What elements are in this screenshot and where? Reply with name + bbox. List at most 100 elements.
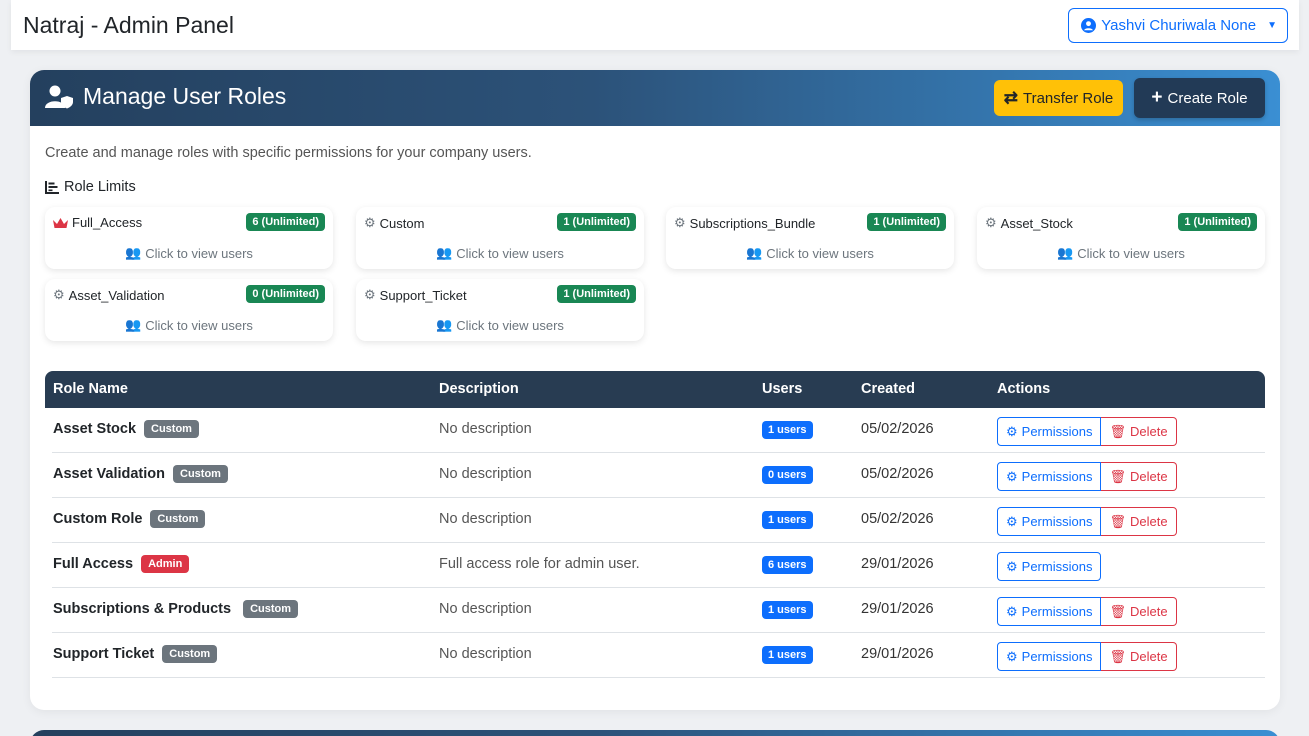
role-limit-badge: 0 (Unlimited)	[246, 285, 325, 303]
users-count-badge[interactable]: 0 users	[762, 466, 813, 484]
permissions-button[interactable]: ⚙ Permissions	[997, 417, 1102, 446]
page-title: Manage User Roles	[45, 83, 286, 110]
role-limit-label: Asset_Validation	[68, 287, 165, 303]
users-icon: 👥	[436, 317, 453, 332]
page-subtitle: Create and manage roles with specific pe…	[45, 145, 532, 161]
caret-down-icon: ▼	[1267, 20, 1277, 31]
create-role-button[interactable]: + Create Role	[1134, 78, 1265, 118]
role-limit-badge: 1 (Unlimited)	[557, 285, 636, 303]
role-limit-label: Custom	[379, 215, 425, 231]
users-count-badge[interactable]: 1 users	[762, 421, 813, 439]
role-description: Full access role for admin user.	[439, 556, 640, 572]
role-description: No description	[439, 466, 532, 482]
role-limit-label: Asset_Stock	[1000, 215, 1073, 231]
role-limit-card-support-ticket[interactable]: ⚙ Support_Ticket 1 (Unlimited) 👥 Click to …	[356, 279, 644, 341]
transfer-role-button[interactable]: ⇄ Transfer Role	[994, 80, 1123, 116]
gears-icon: ⚙	[53, 287, 65, 302]
view-users-link[interactable]: 👥 Click to view users	[356, 317, 644, 333]
permissions-button[interactable]: ⚙ Permissions	[997, 462, 1102, 491]
view-users-link[interactable]: 👥 Click to view users	[45, 245, 333, 261]
crown-icon	[53, 217, 68, 228]
role-limit-name: Full_Access	[53, 215, 142, 230]
role-limit-card-full-access[interactable]: Full_Access 6 (Unlimited) 👥 Click to view…	[45, 207, 333, 269]
view-users-link[interactable]: 👥 Click to view users	[356, 245, 644, 261]
role-name-cell: Support Ticket Custom	[53, 645, 218, 663]
gears-icon: ⚙	[985, 215, 997, 230]
view-users-link[interactable]: 👥 Click to view users	[666, 245, 954, 261]
gears-icon: ⚙	[674, 215, 686, 230]
role-limit-card-asset-stock[interactable]: ⚙ Asset_Stock 1 (Unlimited) 👥 Click to vie…	[977, 207, 1265, 269]
trash-icon: 🗑	[1109, 423, 1126, 439]
view-users-label: Click to view users	[145, 317, 253, 333]
role-limit-badge: 1 (Unlimited)	[557, 213, 636, 231]
trash-icon: 🗑	[1109, 468, 1126, 484]
permissions-label: Permissions	[1021, 469, 1093, 484]
column-header-actions: Actions	[997, 381, 1051, 397]
view-users-label: Click to view users	[766, 245, 874, 261]
plus-icon: +	[1151, 87, 1163, 108]
role-limit-name: ⚙ Custom	[364, 215, 424, 231]
delete-label: Delete	[1129, 649, 1168, 664]
role-limit-card-asset-validation[interactable]: ⚙ Asset_Validation 0 (Unlimited) 👥 Click t…	[45, 279, 333, 341]
role-limit-badge: 1 (Unlimited)	[1178, 213, 1257, 231]
row-actions: ⚙ Permissions 🗑 Delete	[997, 462, 1177, 491]
cog-icon: ⚙	[1006, 468, 1018, 484]
column-header-description: Description	[439, 381, 519, 397]
row-actions: ⚙ Permissions 🗑 Delete	[997, 642, 1177, 671]
permissions-button[interactable]: ⚙ Permissions	[997, 597, 1102, 626]
role-limit-label: Full_Access	[72, 215, 143, 230]
user-circle-icon	[1081, 18, 1097, 33]
row-actions: ⚙ Permissions 🗑 Delete	[997, 417, 1177, 446]
role-limit-name: ⚙ Asset_Stock	[985, 215, 1073, 231]
permissions-label: Permissions	[1021, 424, 1093, 439]
users-count-badge[interactable]: 6 users	[762, 556, 813, 574]
users-icon: 👥	[436, 245, 453, 260]
role-type-badge: Custom	[162, 645, 218, 663]
role-limit-card-subscriptions-bundle[interactable]: ⚙ Subscriptions_Bundle 1 (Unlimited) 👥 Cli…	[666, 207, 954, 269]
users-count-badge[interactable]: 1 users	[762, 646, 813, 664]
delete-button[interactable]: 🗑 Delete	[1101, 597, 1177, 626]
delete-button[interactable]: 🗑 Delete	[1101, 417, 1177, 446]
role-description: No description	[439, 646, 532, 662]
view-users-link[interactable]: 👥 Click to view users	[45, 317, 333, 333]
delete-label: Delete	[1129, 604, 1168, 619]
users-icon: 👥	[125, 245, 142, 260]
view-users-label: Click to view users	[456, 317, 564, 333]
exchange-icon: ⇄	[1003, 88, 1018, 107]
view-users-label: Click to view users	[456, 245, 564, 261]
delete-button[interactable]: 🗑 Delete	[1101, 462, 1177, 491]
trash-icon: 🗑	[1109, 648, 1126, 664]
table-row: Full Access Admin Full access role for ad…	[52, 543, 1265, 588]
column-header-users: Users	[762, 381, 803, 397]
role-limit-name: ⚙ Asset_Validation	[53, 287, 165, 303]
role-limits-title: Role Limits	[64, 179, 136, 195]
role-limit-label: Subscriptions_Bundle	[689, 215, 816, 231]
chart-bar-icon	[45, 180, 59, 194]
permissions-label: Permissions	[1021, 559, 1093, 574]
permissions-button[interactable]: ⚙ Permissions	[997, 552, 1102, 581]
role-limit-badge: 6 (Unlimited)	[246, 213, 325, 231]
view-users-link[interactable]: 👥 Click to view users	[977, 245, 1265, 261]
permissions-button[interactable]: ⚙ Permissions	[997, 642, 1102, 671]
table-row: Subscriptions & Products Custom No descri…	[52, 588, 1265, 633]
delete-button[interactable]: 🗑 Delete	[1101, 642, 1177, 671]
delete-button[interactable]: 🗑 Delete	[1101, 507, 1177, 536]
role-name: Custom Role	[53, 511, 143, 527]
users-count-badge[interactable]: 1 users	[762, 601, 813, 619]
role-name-cell: Full Access Admin	[53, 555, 190, 573]
role-type-badge: Admin	[141, 555, 190, 573]
role-description: No description	[439, 511, 532, 527]
gears-icon: ⚙	[364, 287, 376, 302]
created-date: 05/02/2026	[861, 421, 934, 437]
role-description: No description	[439, 421, 532, 437]
user-menu-dropdown[interactable]: Yashvi Churiwala None ▼	[1068, 8, 1288, 43]
table-row: Asset Stock Custom No description 1 users…	[52, 408, 1265, 453]
card-header: Manage User Roles ⇄ Transfer Role + Crea…	[30, 70, 1280, 126]
role-limit-badge: 1 (Unlimited)	[867, 213, 946, 231]
page-title-text: Manage User Roles	[83, 83, 287, 109]
users-count-badge[interactable]: 1 users	[762, 511, 813, 529]
next-card-header	[30, 730, 1280, 736]
column-header-created: Created	[861, 381, 915, 397]
permissions-button[interactable]: ⚙ Permissions	[997, 507, 1102, 536]
role-limit-card-custom[interactable]: ⚙ Custom 1 (Unlimited) 👥 Click to view use…	[356, 207, 644, 269]
